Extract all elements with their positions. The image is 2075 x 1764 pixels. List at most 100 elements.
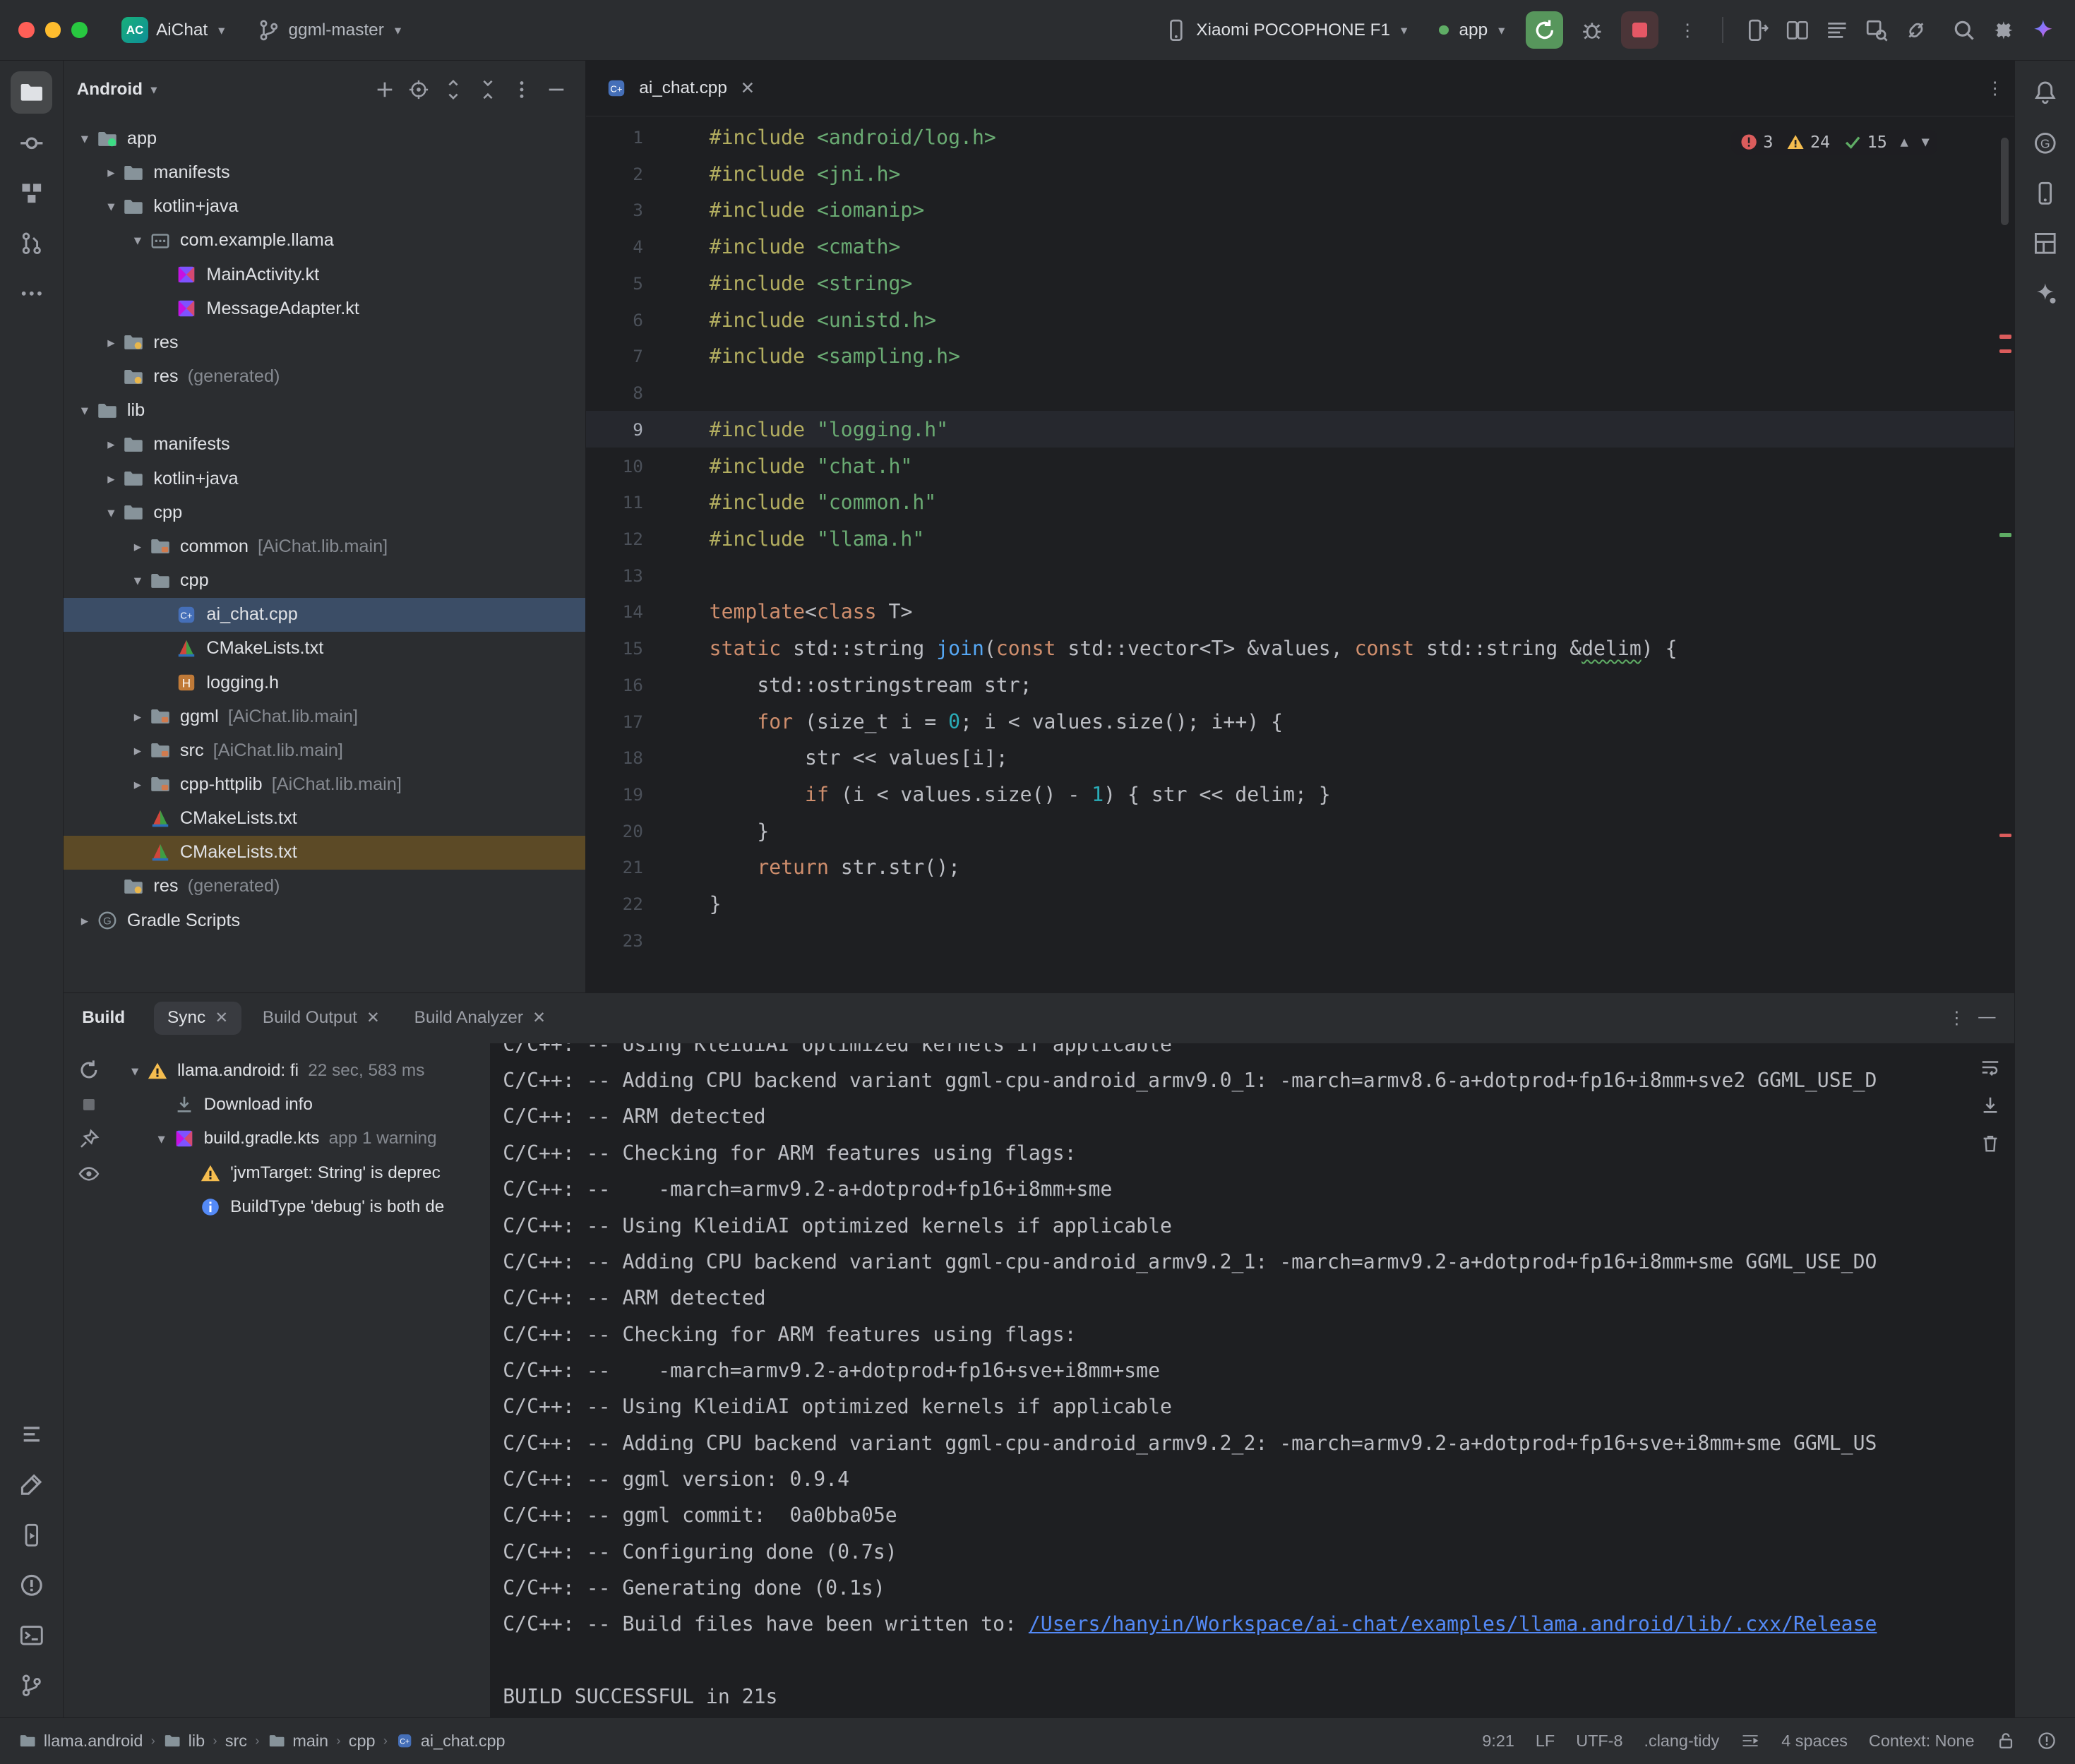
device-mirroring-button[interactable] [1739,11,1776,48]
refresh-icon[interactable] [78,1059,100,1081]
chevron-right-icon[interactable]: ▸ [100,436,121,453]
tree-item-mainactivity-kt[interactable]: MainActivity.kt [64,258,585,292]
tree-item-cmakelists-txt[interactable]: CMakeLists.txt [64,836,585,870]
close-icon[interactable]: ✕ [741,78,755,99]
tree-item-kotlin-java[interactable]: ▸kotlin+java [64,462,585,496]
line-number[interactable]: 10 [586,456,709,476]
lock-icon[interactable] [1996,1731,2016,1751]
tree-item-cmakelists-txt[interactable]: CMakeLists.txt [64,632,585,666]
device-selector[interactable]: Xiaomi POCOPHONE F1 ▾ [1154,13,1418,47]
stop-button[interactable] [1621,11,1658,48]
breadcrumb-item-ai-chat-cpp[interactable]: C+ai_chat.cpp [395,1732,505,1751]
minimize-button[interactable] [45,22,61,37]
build-result-tree[interactable]: ▾llama.android: fi22 sec, 583 msDownload… [114,1043,489,1717]
chevron-right-icon[interactable]: ▸ [127,742,148,760]
chevron-right-icon[interactable]: ▸ [100,470,121,488]
editor-options-icon[interactable]: ⋮ [1986,78,2003,99]
chevron-down-icon[interactable]: ▾ [100,504,121,522]
tree-item-app[interactable]: ▾app [64,121,585,155]
tree-item-cpp[interactable]: ▾cpp [64,563,585,597]
expand-all-button[interactable] [437,74,469,106]
line-number[interactable]: 18 [586,748,709,768]
line-number[interactable]: 3 [586,200,709,220]
line-number[interactable]: 4 [586,236,709,257]
next-problem-icon[interactable]: ▼ [1922,135,1930,150]
tree-item-llama-android-fi[interactable]: ▾llama.android: fi22 sec, 583 ms [114,1054,489,1088]
line-number[interactable]: 8 [586,383,709,403]
errors-indicator[interactable]: 3 [1740,132,1774,152]
inspections-widget[interactable]: 3 24 15 ▲ ▼ [1731,130,1937,155]
line-number[interactable]: 22 [586,894,709,914]
chevron-right-icon[interactable]: ▸ [127,776,148,793]
line-number[interactable]: 11 [586,492,709,512]
tree-item-com-example-llama[interactable]: ▾com.example.llama [64,224,585,258]
line-number[interactable]: 5 [586,273,709,294]
line-number[interactable]: 7 [586,346,709,366]
search-button[interactable] [1945,11,1982,48]
build-output-path-link[interactable]: /Users/hanyin/Workspace/ai-chat/examples… [1029,1612,1877,1636]
line-number[interactable]: 19 [586,784,709,805]
build-tool-title[interactable]: Build [82,1008,125,1028]
line-number[interactable]: 12 [586,529,709,549]
line-number[interactable]: 14 [586,601,709,622]
todo-tool-button[interactable] [11,1413,53,1456]
run-configuration-selector[interactable]: app ▾ [1428,15,1515,45]
scroll-to-end-icon[interactable] [1980,1095,2001,1116]
chevron-down-icon[interactable]: ▾ [74,402,95,419]
run-button[interactable] [1526,11,1562,48]
collapse-all-button[interactable] [472,74,503,106]
tree-item-download-info[interactable]: Download info [114,1088,489,1122]
chevron-down-icon[interactable]: ▾ [100,198,121,215]
logcat-button[interactable] [1819,11,1855,48]
kebab-button[interactable] [506,74,538,106]
code-area[interactable]: 3 24 15 ▲ ▼ 1#include [586,116,2014,992]
tree-item-ggml[interactable]: ▸ggml[AiChat.lib.main] [64,700,585,733]
line-number[interactable]: 2 [586,164,709,184]
breadcrumb-item-lib[interactable]: lib [163,1732,205,1751]
chevron-down-icon[interactable]: ▾ [127,232,148,249]
indentation[interactable]: 4 spaces [1781,1732,1848,1751]
more-tool-button[interactable] [11,272,53,315]
project-view-selector[interactable]: Android [77,80,143,100]
line-number[interactable]: 21 [586,857,709,877]
structure-tool-button[interactable] [11,172,53,215]
commit-tool-button[interactable] [11,121,53,164]
chevron-right-icon[interactable]: ▸ [100,164,121,181]
line-separator[interactable]: LF [1536,1732,1555,1751]
caret-position[interactable]: 9:21 [1482,1732,1514,1751]
ai-assistant-tool-button[interactable] [2023,272,2066,315]
stop-small-icon[interactable] [78,1093,100,1116]
file-encoding[interactable]: UTF-8 [1576,1732,1622,1751]
gemini-button[interactable] [2025,11,2062,48]
branch-selector[interactable]: ggml-master ▾ [246,13,412,47]
tree-item-cmakelists-txt[interactable]: CMakeLists.txt [64,802,585,836]
chevron-right-icon[interactable]: ▸ [127,708,148,726]
tree-item-cpp-httplib[interactable]: ▸cpp-httplib[AiChat.lib.main] [64,767,585,801]
line-number[interactable]: 6 [586,310,709,330]
tree-item-manifests[interactable]: ▸manifests [64,156,585,190]
problems-tool-button[interactable] [11,1564,53,1607]
warnings-indicator[interactable]: 24 [1786,132,1830,152]
editor-scrollbar[interactable] [2001,138,2009,225]
project-selector[interactable]: AC AiChat ▾ [111,11,235,48]
project-tool-button[interactable] [11,71,53,114]
settings-button[interactable] [1985,11,2022,48]
error-stripe[interactable] [1996,116,2014,992]
tree-item-res[interactable]: res(generated) [64,870,585,904]
chevron-down-icon[interactable]: ▾ [74,130,95,148]
tree-item-gradle-scripts[interactable]: ▸GGradle Scripts [64,904,585,937]
soft-wrap-icon[interactable] [1980,1057,2001,1078]
tree-item-jvmtarget-string-is-deprec[interactable]: 'jvmTarget: String' is deprec [114,1156,489,1189]
git-tool-button[interactable] [11,1664,53,1707]
build-tab-sync[interactable]: Sync✕ [154,1002,241,1035]
breadcrumb-item-llama-android[interactable]: llama.android [18,1732,143,1751]
layout-inspector-tool-button[interactable] [2023,222,2066,265]
line-number[interactable]: 16 [586,675,709,695]
chevron-right-icon[interactable]: ▸ [127,538,148,556]
preview-icon[interactable] [78,1163,100,1185]
tree-item-res[interactable]: ▸res [64,325,585,359]
line-number[interactable]: 17 [586,712,709,732]
build-tab-build-analyzer[interactable]: Build Analyzer✕ [401,1002,559,1035]
line-number[interactable]: 20 [586,821,709,841]
line-number[interactable]: 9 [586,419,709,440]
